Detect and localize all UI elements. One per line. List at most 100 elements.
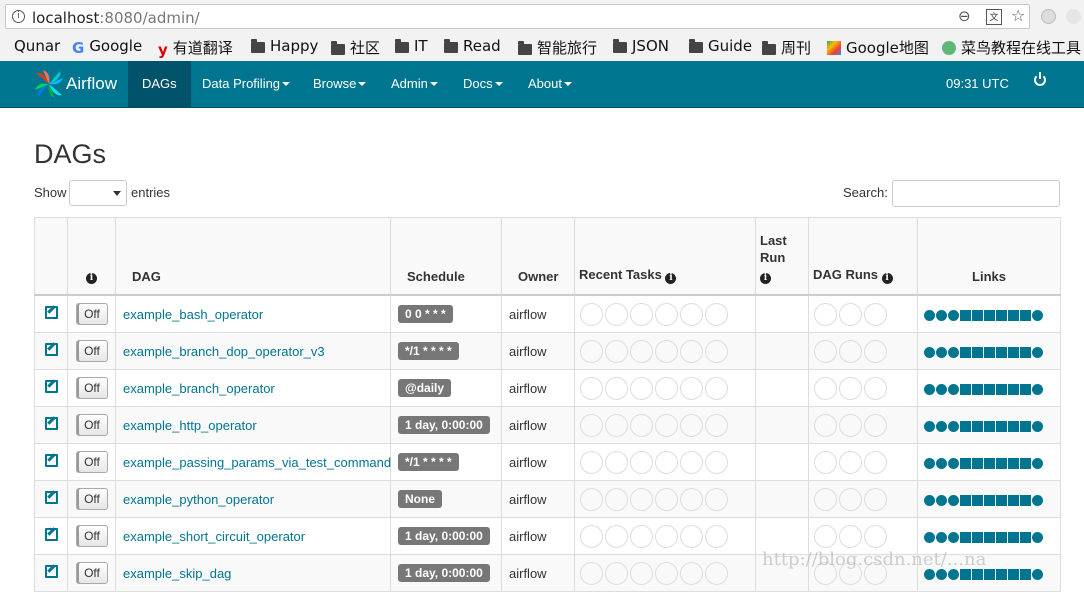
task-state-circle[interactable]: [705, 561, 728, 585]
refresh-icon[interactable]: [1032, 420, 1043, 432]
edit-icon[interactable]: [44, 490, 58, 504]
task-state-circle[interactable]: [630, 413, 653, 437]
dag-run-circle[interactable]: [864, 524, 887, 548]
task-state-circle[interactable]: [705, 413, 728, 437]
dag-link[interactable]: example_bash_operator: [116, 307, 263, 322]
refresh-icon[interactable]: [1032, 383, 1043, 395]
task-state-circle[interactable]: [605, 339, 628, 363]
logs-icon[interactable]: [1020, 568, 1031, 580]
graph-icon[interactable]: [948, 346, 959, 358]
logs-icon[interactable]: [1020, 346, 1031, 358]
code-icon[interactable]: [1008, 568, 1019, 580]
logs-icon[interactable]: [1020, 531, 1031, 543]
bookmark-item[interactable]: 社区: [331, 37, 380, 58]
tries-icon[interactable]: [972, 531, 983, 543]
info-icon[interactable]: i: [881, 273, 893, 284]
logs-icon[interactable]: [1020, 383, 1031, 395]
task-state-circle[interactable]: [655, 413, 678, 437]
task-state-circle[interactable]: [655, 561, 678, 585]
task-state-circle[interactable]: [680, 561, 703, 585]
task-state-circle[interactable]: [680, 302, 703, 326]
dag-link[interactable]: example_branch_dop_operator_v3: [116, 344, 325, 359]
graph-icon[interactable]: [948, 494, 959, 506]
task-state-circle[interactable]: [630, 561, 653, 585]
play-icon[interactable]: [924, 457, 935, 469]
dag-run-circle[interactable]: [839, 302, 862, 326]
duration-icon[interactable]: [960, 494, 971, 506]
gantt-icon[interactable]: [996, 457, 1007, 469]
gantt-icon[interactable]: [996, 383, 1007, 395]
dag-toggle[interactable]: Off: [76, 377, 108, 399]
dag-link[interactable]: example_passing_params_via_test_command: [116, 455, 391, 470]
task-state-circle[interactable]: [605, 376, 628, 400]
tries-icon[interactable]: [972, 568, 983, 580]
task-state-circle[interactable]: [680, 524, 703, 548]
dag-toggle[interactable]: Off: [76, 488, 108, 510]
nav-about[interactable]: About: [514, 61, 586, 107]
dag-link[interactable]: example_http_operator: [116, 418, 257, 433]
tries-icon[interactable]: [972, 494, 983, 506]
bookmark-item[interactable]: y 有道翻译: [158, 37, 233, 59]
duration-icon[interactable]: [960, 420, 971, 432]
dag-run-circle[interactable]: [814, 524, 837, 548]
graph-icon[interactable]: [948, 531, 959, 543]
entries-select[interactable]: [69, 180, 127, 206]
refresh-icon[interactable]: [1032, 309, 1043, 321]
landing-icon[interactable]: [984, 383, 995, 395]
duration-icon[interactable]: [960, 383, 971, 395]
dag-toggle[interactable]: Off: [76, 451, 108, 473]
edit-icon[interactable]: [44, 453, 58, 467]
header-recent-tasks[interactable]: Recent Tasks i: [574, 217, 756, 296]
dag-run-circle[interactable]: [864, 302, 887, 326]
bookmark-item[interactable]: Read: [444, 37, 501, 55]
duration-icon[interactable]: [960, 568, 971, 580]
dag-link[interactable]: example_branch_operator: [116, 381, 275, 396]
bookmark-item[interactable]: Guide: [689, 37, 752, 55]
tree-icon[interactable]: [936, 457, 947, 469]
nav-browse[interactable]: Browse: [299, 61, 380, 107]
dag-run-circle[interactable]: [839, 339, 862, 363]
dag-run-circle[interactable]: [864, 487, 887, 511]
play-icon[interactable]: [924, 531, 935, 543]
logs-icon[interactable]: [1020, 309, 1031, 321]
task-state-circle[interactable]: [680, 376, 703, 400]
translate-icon[interactable]: 文: [986, 9, 1002, 25]
extension-icon[interactable]: [1066, 9, 1081, 24]
gantt-icon[interactable]: [996, 309, 1007, 321]
landing-icon[interactable]: [984, 346, 995, 358]
task-state-circle[interactable]: [580, 524, 603, 548]
refresh-icon[interactable]: [1032, 494, 1043, 506]
play-icon[interactable]: [924, 309, 935, 321]
dag-run-circle[interactable]: [839, 487, 862, 511]
task-state-circle[interactable]: [630, 487, 653, 511]
graph-icon[interactable]: [948, 309, 959, 321]
task-state-circle[interactable]: [705, 487, 728, 511]
gantt-icon[interactable]: [996, 531, 1007, 543]
task-state-circle[interactable]: [580, 302, 603, 326]
task-state-circle[interactable]: [680, 450, 703, 474]
landing-icon[interactable]: [984, 309, 995, 321]
task-state-circle[interactable]: [605, 561, 628, 585]
header-owner[interactable]: Owner: [501, 217, 575, 296]
refresh-icon[interactable]: [1032, 346, 1043, 358]
task-state-circle[interactable]: [705, 339, 728, 363]
site-info-icon[interactable]: i: [12, 10, 25, 23]
bookmark-item[interactable]: Qunar: [0, 37, 60, 55]
task-state-circle[interactable]: [680, 339, 703, 363]
landing-icon[interactable]: [984, 420, 995, 432]
graph-icon[interactable]: [948, 568, 959, 580]
edit-icon[interactable]: [44, 416, 58, 430]
task-state-circle[interactable]: [580, 561, 603, 585]
logs-icon[interactable]: [1020, 457, 1031, 469]
duration-icon[interactable]: [960, 309, 971, 321]
address-bar[interactable]: i localhost:8080/admin/ ⊖ 文 ☆: [5, 4, 1030, 29]
dag-link[interactable]: example_python_operator: [116, 492, 274, 507]
landing-icon[interactable]: [984, 531, 995, 543]
task-state-circle[interactable]: [680, 487, 703, 511]
dag-toggle[interactable]: Off: [76, 303, 108, 325]
task-state-circle[interactable]: [705, 524, 728, 548]
task-state-circle[interactable]: [580, 413, 603, 437]
logs-icon[interactable]: [1020, 420, 1031, 432]
play-icon[interactable]: [924, 494, 935, 506]
nav-data-profiling[interactable]: Data Profiling: [188, 61, 304, 107]
